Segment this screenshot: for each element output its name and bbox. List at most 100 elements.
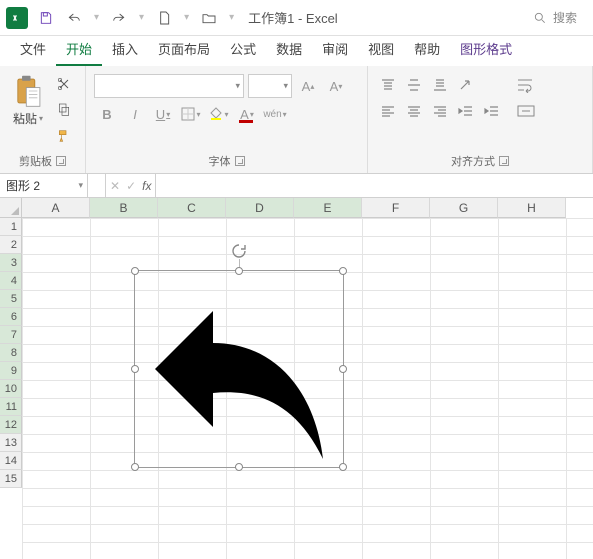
cut-icon[interactable] xyxy=(54,74,74,94)
font-color-button[interactable]: A▾ xyxy=(234,102,260,126)
decrease-indent-icon[interactable] xyxy=(454,100,478,122)
paste-button[interactable]: 粘贴▾ xyxy=(8,70,48,127)
title-bar: ▾ ▾ ▾ ▾ 工作簿1 - Excel 搜索 xyxy=(0,0,593,36)
increase-indent-icon[interactable] xyxy=(480,100,504,122)
column-header[interactable]: F xyxy=(362,198,430,218)
row-header[interactable]: 7 xyxy=(0,326,22,344)
merge-center-icon[interactable] xyxy=(512,100,540,122)
paste-label: 粘贴 xyxy=(13,110,37,127)
spreadsheet-grid: 123456789101112131415 ABCDEFGH xyxy=(0,198,593,559)
underline-button[interactable]: U▾ xyxy=(150,102,176,126)
align-right-icon[interactable] xyxy=(428,100,452,122)
column-header[interactable]: G xyxy=(430,198,498,218)
row-header[interactable]: 15 xyxy=(0,470,22,488)
cancel-formula-icon[interactable]: ✕ xyxy=(110,179,120,193)
dialog-launcher-icon[interactable] xyxy=(499,156,509,166)
group-alignment: 对齐方式 xyxy=(368,66,593,173)
column-header[interactable]: A xyxy=(22,198,90,218)
row-header[interactable]: 3 xyxy=(0,254,22,272)
font-group-label: 字体 xyxy=(209,153,231,169)
font-size-combo[interactable]: ▾ xyxy=(248,74,292,98)
decrease-font-icon[interactable]: A▾ xyxy=(324,74,348,98)
font-name-combo[interactable]: ▾ xyxy=(94,74,244,98)
ribbon-tabs: 文件 开始 插入 页面布局 公式 数据 审阅 视图 帮助 图形格式 xyxy=(0,36,593,66)
save-icon[interactable] xyxy=(36,8,56,28)
fill-color-button[interactable]: ▾ xyxy=(206,102,232,126)
tab-formulas[interactable]: 公式 xyxy=(220,33,266,66)
search-box[interactable]: 搜索 xyxy=(523,7,587,28)
row-header[interactable]: 5 xyxy=(0,290,22,308)
row-header[interactable]: 13 xyxy=(0,434,22,452)
row-header[interactable]: 4 xyxy=(0,272,22,290)
open-folder-icon[interactable] xyxy=(199,8,219,28)
redo-icon[interactable] xyxy=(109,8,129,28)
curved-left-arrow-shape[interactable] xyxy=(135,271,345,469)
tab-file[interactable]: 文件 xyxy=(10,33,56,66)
copy-icon[interactable] xyxy=(54,100,74,120)
clipboard-group-label: 剪贴板 xyxy=(19,153,52,169)
tab-pagelayout[interactable]: 页面布局 xyxy=(148,33,220,66)
row-header[interactable]: 9 xyxy=(0,362,22,380)
align-bottom-icon[interactable] xyxy=(428,74,452,96)
column-header[interactable]: E xyxy=(294,198,362,218)
row-header[interactable]: 8 xyxy=(0,344,22,362)
align-middle-icon[interactable] xyxy=(402,74,426,96)
qat-dropdown[interactable]: ▾ xyxy=(139,12,144,23)
wrap-text-icon[interactable] xyxy=(512,74,540,96)
column-header[interactable]: B xyxy=(90,198,158,218)
new-file-icon[interactable] xyxy=(154,8,174,28)
increase-font-icon[interactable]: A▴ xyxy=(296,74,320,98)
orientation-icon[interactable] xyxy=(454,74,478,96)
row-header[interactable]: 14 xyxy=(0,452,22,470)
undo-icon[interactable] xyxy=(64,8,84,28)
italic-button[interactable]: I xyxy=(122,102,148,126)
borders-button[interactable]: ▾ xyxy=(178,102,204,126)
tab-data[interactable]: 数据 xyxy=(266,33,312,66)
row-header[interactable]: 10 xyxy=(0,380,22,398)
search-placeholder: 搜索 xyxy=(553,9,577,26)
dialog-launcher-icon[interactable] xyxy=(56,156,66,166)
format-painter-icon[interactable] xyxy=(54,126,74,146)
group-font: ▾ ▾ A▴ A▾ B I U▾ ▾ ▾ A▾ wén▾ 字体 xyxy=(86,66,368,173)
qat-dropdown[interactable]: ▾ xyxy=(94,12,99,23)
group-clipboard: 粘贴▾ 剪贴板 xyxy=(0,66,86,173)
tab-shapeformat[interactable]: 图形格式 xyxy=(450,33,522,66)
align-left-icon[interactable] xyxy=(376,100,400,122)
tab-home[interactable]: 开始 xyxy=(56,33,102,66)
formula-input[interactable] xyxy=(156,174,593,197)
bold-button[interactable]: B xyxy=(94,102,120,126)
excel-app-icon xyxy=(6,7,28,29)
row-header[interactable]: 12 xyxy=(0,416,22,434)
phonetic-guide-button[interactable]: wén▾ xyxy=(262,102,288,126)
shape-selection[interactable] xyxy=(134,270,344,468)
tab-review[interactable]: 审阅 xyxy=(312,33,358,66)
column-header[interactable]: H xyxy=(498,198,566,218)
align-top-icon[interactable] xyxy=(376,74,400,96)
search-icon xyxy=(533,11,547,25)
align-group-label: 对齐方式 xyxy=(451,153,495,169)
select-all-corner[interactable] xyxy=(0,198,22,218)
ribbon: 粘贴▾ 剪贴板 ▾ ▾ A▴ A▾ B I U▾ ▾ ▾ xyxy=(0,66,593,174)
column-header[interactable]: D xyxy=(226,198,294,218)
rotation-handle-icon[interactable] xyxy=(231,243,247,259)
tab-insert[interactable]: 插入 xyxy=(102,33,148,66)
clipboard-paste-icon xyxy=(14,74,42,108)
qat-customize-dropdown[interactable]: ▾ xyxy=(229,12,234,23)
formula-bar: 图形 2▾ ✕ ✓ fx xyxy=(0,174,593,198)
row-header[interactable]: 1 xyxy=(0,218,22,236)
qat-dropdown[interactable]: ▾ xyxy=(184,12,189,23)
document-title: 工作簿1 - Excel xyxy=(248,8,338,27)
quick-access-toolbar: ▾ ▾ ▾ ▾ xyxy=(36,8,236,28)
insert-function-icon[interactable]: fx xyxy=(142,179,151,193)
row-header[interactable]: 11 xyxy=(0,398,22,416)
row-header[interactable]: 2 xyxy=(0,236,22,254)
confirm-formula-icon[interactable]: ✓ xyxy=(126,179,136,193)
name-box[interactable]: 图形 2▾ xyxy=(0,174,88,197)
row-header[interactable]: 6 xyxy=(0,308,22,326)
column-header[interactable]: C xyxy=(158,198,226,218)
cells-area[interactable] xyxy=(22,218,593,559)
dialog-launcher-icon[interactable] xyxy=(235,156,245,166)
align-center-icon[interactable] xyxy=(402,100,426,122)
tab-help[interactable]: 帮助 xyxy=(404,33,450,66)
tab-view[interactable]: 视图 xyxy=(358,33,404,66)
